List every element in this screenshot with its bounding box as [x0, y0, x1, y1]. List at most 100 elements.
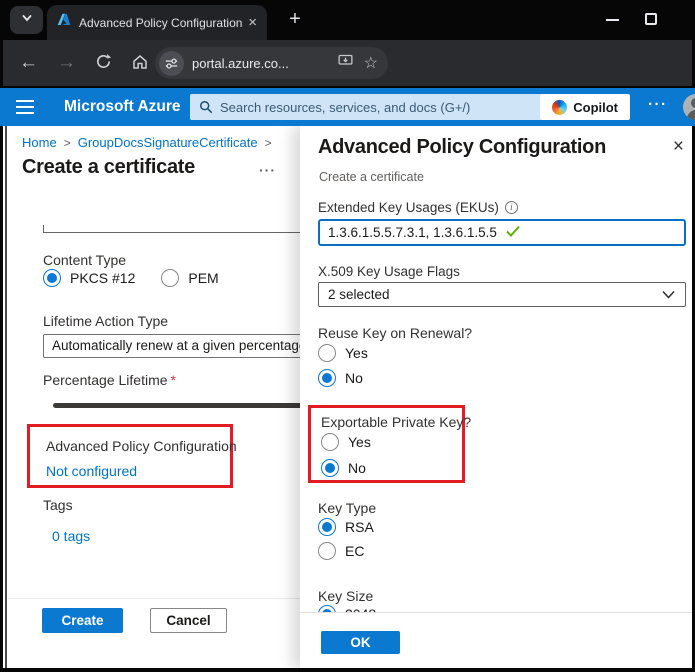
azure-favicon: [57, 13, 71, 32]
hamburger-menu-icon[interactable]: [16, 100, 34, 119]
lifetime-action-type-label: Lifetime Action Type: [43, 313, 168, 329]
avatar[interactable]: [683, 94, 695, 120]
rsa-label: RSA: [345, 519, 374, 535]
percentage-lifetime-slider[interactable]: [53, 403, 302, 408]
page-title: Create a certificate: [22, 156, 195, 179]
reload-icon[interactable]: [95, 53, 112, 76]
advanced-policy-label: Advanced Policy Configuration: [46, 438, 237, 454]
ekus-label: Extended Key Usages (EKUs) i: [318, 200, 518, 215]
reuse-key-yes[interactable]: Yes: [318, 344, 368, 362]
ec-label: EC: [345, 543, 364, 559]
tags-link[interactable]: 0 tags: [52, 528, 90, 544]
install-app-icon[interactable]: [337, 52, 354, 74]
browser-window: Advanced Policy Configuration × + ← → po…: [0, 0, 695, 672]
percentage-lifetime-label: Percentage Lifetime*: [43, 372, 176, 388]
key-usage-flags-label: X.509 Key Usage Flags: [318, 264, 460, 279]
advanced-policy-panel: Advanced Policy Configuration × Create a…: [300, 126, 692, 668]
ok-button[interactable]: OK: [321, 631, 400, 654]
tab-search-button[interactable]: [10, 6, 43, 34]
reuse-no-radio-icon[interactable]: [318, 369, 336, 387]
exportable-yes-label: Yes: [348, 434, 371, 450]
content-type-radio-group: PKCS #12 PEM: [43, 269, 219, 287]
tab-title: Advanced Policy Configuration: [79, 16, 244, 30]
header-more-icon[interactable]: ···: [648, 96, 668, 113]
tab-close-icon[interactable]: ×: [248, 15, 257, 30]
ekus-value: 1.3.6.1.5.5.7.3.1, 1.3.6.1.5.5.7.3.2: [328, 225, 498, 240]
panel-footer: OK: [300, 612, 692, 668]
browser-toolbar: ← → portal.azure.co... ☆: [3, 40, 692, 88]
copilot-button[interactable]: Copilot: [540, 94, 630, 120]
exportable-no[interactable]: No: [321, 459, 366, 477]
ec-radio-icon[interactable]: [318, 542, 336, 560]
not-configured-link[interactable]: Not configured: [46, 463, 137, 479]
radio-pkcs12-icon[interactable]: [43, 269, 61, 287]
browser-tab[interactable]: Advanced Policy Configuration ×: [47, 5, 267, 40]
azure-search-bar[interactable]: Search resources, services, and docs (G+…: [190, 94, 630, 120]
address-bar[interactable]: portal.azure.co... ☆: [155, 47, 388, 79]
exportable-no-radio-icon[interactable]: [321, 459, 339, 477]
tags-label: Tags: [43, 497, 73, 513]
search-icon: [199, 100, 213, 114]
reuse-key-no[interactable]: No: [318, 369, 363, 387]
lifetime-action-type-dropdown[interactable]: Automatically renew at a given percentag…: [43, 334, 302, 358]
breadcrumb-home-link[interactable]: Home: [22, 135, 57, 150]
site-settings-icon[interactable]: [159, 51, 184, 76]
ekus-input[interactable]: 1.3.6.1.5.5.7.3.1, 1.3.6.1.5.5.7.3.2: [318, 219, 686, 246]
valid-check-icon: [506, 225, 676, 240]
key-type-label: Key Type: [318, 500, 376, 516]
reuse-yes-label: Yes: [345, 345, 368, 361]
content-type-label: Content Type: [43, 252, 126, 268]
radio-pkcs12[interactable]: PKCS #12: [43, 269, 135, 287]
url-text: portal.azure.co...: [192, 56, 337, 71]
azure-header: Microsoft Azure Search resources, servic…: [0, 88, 695, 126]
key-usage-flags-value: 2 selected: [328, 287, 662, 302]
key-type-ec[interactable]: EC: [318, 542, 364, 560]
radio-pem[interactable]: PEM: [161, 269, 218, 287]
advanced-policy-highlight-box: Advanced Policy Configuration Not config…: [27, 424, 233, 488]
create-button[interactable]: Create: [42, 608, 123, 633]
chevron-down-icon: [662, 290, 675, 299]
panel-subtitle: Create a certificate: [319, 170, 424, 184]
bookmark-star-icon[interactable]: ☆: [364, 53, 378, 73]
exportable-yes-radio-icon[interactable]: [321, 433, 339, 451]
radio-pkcs12-label: PKCS #12: [70, 270, 135, 286]
new-tab-button[interactable]: +: [283, 8, 307, 32]
required-asterisk: *: [171, 372, 176, 388]
tab-strip: Advanced Policy Configuration × +: [0, 0, 695, 40]
copilot-icon: [552, 100, 567, 115]
azure-brand[interactable]: Microsoft Azure: [64, 98, 181, 116]
reuse-no-label: No: [345, 370, 363, 386]
panel-title: Advanced Policy Configuration: [318, 136, 606, 159]
home-icon[interactable]: [131, 53, 149, 77]
back-icon[interactable]: ←: [19, 52, 38, 74]
exportable-key-label: Exportable Private Key?: [321, 414, 471, 430]
panel-close-icon[interactable]: ×: [673, 136, 684, 158]
breadcrumb: Home>GroupDocsSignatureCertificate>: [22, 135, 279, 150]
reuse-yes-radio-icon[interactable]: [318, 344, 336, 362]
chevron-down-icon: [20, 11, 34, 30]
form-footer: Create Cancel: [3, 598, 300, 668]
window-maximize-button[interactable]: [645, 13, 657, 25]
search-placeholder: Search resources, services, and docs (G+…: [220, 100, 540, 115]
exportable-key-highlight-box: Exportable Private Key? Yes No: [308, 405, 465, 483]
page-content: Home>GroupDocsSignatureCertificate> Crea…: [3, 126, 692, 668]
exportable-yes[interactable]: Yes: [321, 433, 371, 451]
exportable-no-label: No: [348, 460, 366, 476]
radio-pem-label: PEM: [188, 270, 218, 286]
partial-text-input[interactable]: [43, 225, 302, 233]
reuse-key-label: Reuse Key on Renewal?: [318, 325, 472, 341]
radio-pem-icon[interactable]: [161, 269, 179, 287]
key-usage-flags-dropdown[interactable]: 2 selected: [318, 282, 686, 307]
page-more-icon[interactable]: ···: [259, 162, 276, 178]
forward-icon[interactable]: →: [57, 52, 76, 74]
breadcrumb-cert-link[interactable]: GroupDocsSignatureCertificate: [78, 135, 258, 150]
cancel-button[interactable]: Cancel: [150, 608, 227, 633]
copilot-label: Copilot: [573, 100, 618, 115]
window-minimize-button[interactable]: [606, 19, 619, 21]
breadcrumb-separator: >: [64, 136, 71, 150]
info-icon[interactable]: i: [505, 201, 518, 214]
window-edge-artifact: [3, 126, 8, 668]
rsa-radio-icon[interactable]: [318, 518, 336, 536]
key-size-label: Key Size: [318, 588, 373, 604]
key-type-rsa[interactable]: RSA: [318, 518, 374, 536]
